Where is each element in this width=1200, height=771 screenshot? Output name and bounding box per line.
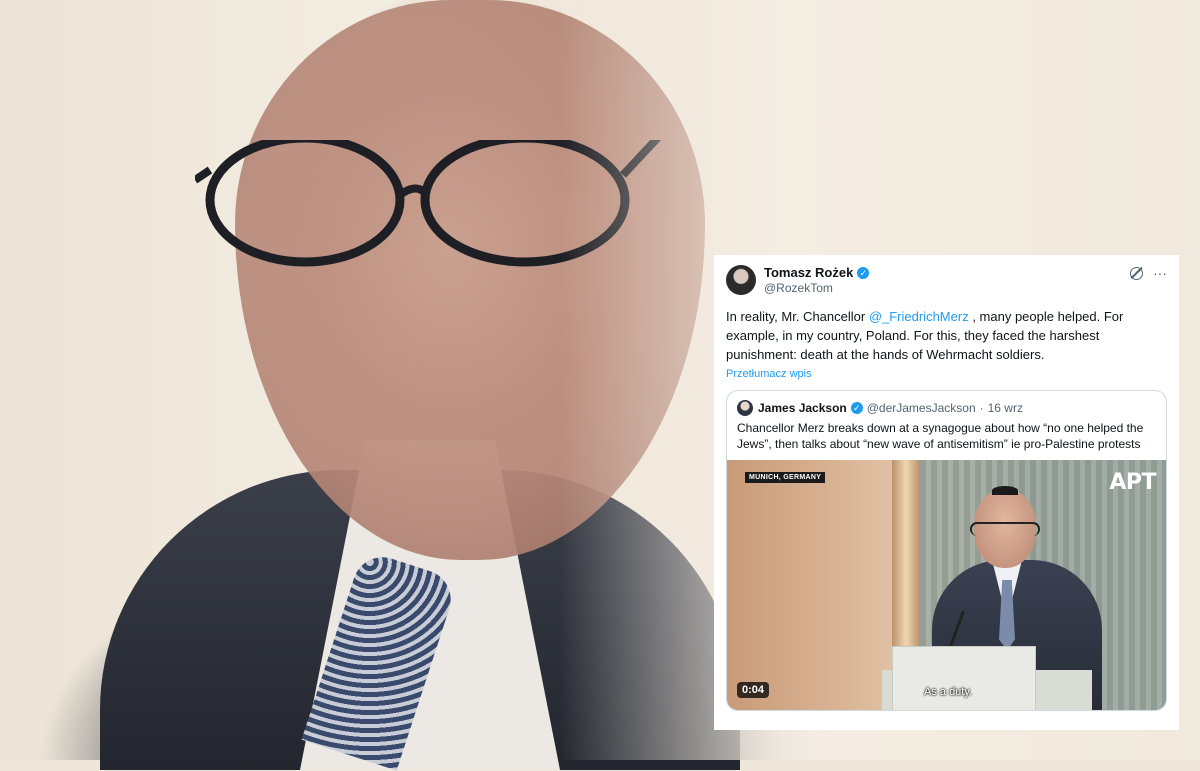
quote-author-handle: @derJamesJackson xyxy=(866,401,976,415)
video-player[interactable]: MUNICH, GERMANY APT As a duty. 0:04 xyxy=(727,460,1166,710)
tweet-body: In reality, Mr. Chancellor @_FriedrichMe… xyxy=(726,307,1167,364)
video-timestamp: 0:04 xyxy=(737,682,770,698)
author-name-row: Tomasz Rożek ✓ xyxy=(764,265,1130,280)
author-block: Tomasz Rożek ✓ @RozekTom xyxy=(764,265,1130,295)
lectern xyxy=(892,646,1036,710)
location-tag: MUNICH, GERMANY xyxy=(745,472,826,483)
brand-logo: APT xyxy=(1109,470,1156,495)
speaker-glasses xyxy=(970,522,1040,536)
quote-text: Chancellor Merz breaks down at a synagog… xyxy=(737,421,1144,451)
author-avatar[interactable] xyxy=(726,265,756,295)
quote-date: 16 wrz xyxy=(987,401,1023,415)
more-options-icon[interactable]: ··· xyxy=(1153,265,1167,281)
author-handle[interactable]: @RozekTom xyxy=(764,281,1130,295)
quote-header: James Jackson ✓ @derJamesJackson · 16 wr… xyxy=(727,391,1166,416)
tweet-card[interactable]: Tomasz Rożek ✓ @RozekTom ··· In reality,… xyxy=(714,255,1179,730)
translate-link[interactable]: Przetłumacz wpis xyxy=(726,368,1167,380)
speaker-kippa xyxy=(992,486,1018,495)
video-subtitle: As a duty. xyxy=(924,686,973,698)
quote-author-name: James Jackson xyxy=(758,401,847,415)
quote-verified-icon: ✓ xyxy=(850,402,863,414)
tweet-header: Tomasz Rożek ✓ @RozekTom ··· xyxy=(726,265,1167,295)
verified-icon: ✓ xyxy=(857,266,870,279)
tweet-actions: ··· xyxy=(1130,265,1167,281)
author-name[interactable]: Tomasz Rożek xyxy=(764,265,853,280)
quote-separator: · xyxy=(979,401,984,415)
tweet-text-start: In reality, Mr. Chancellor xyxy=(726,309,869,324)
quote-avatar xyxy=(737,400,753,416)
grok-icon[interactable] xyxy=(1130,266,1143,280)
mention-link[interactable]: @_FriedrichMerz xyxy=(869,309,969,324)
quoted-tweet[interactable]: James Jackson ✓ @derJamesJackson · 16 wr… xyxy=(726,390,1167,711)
